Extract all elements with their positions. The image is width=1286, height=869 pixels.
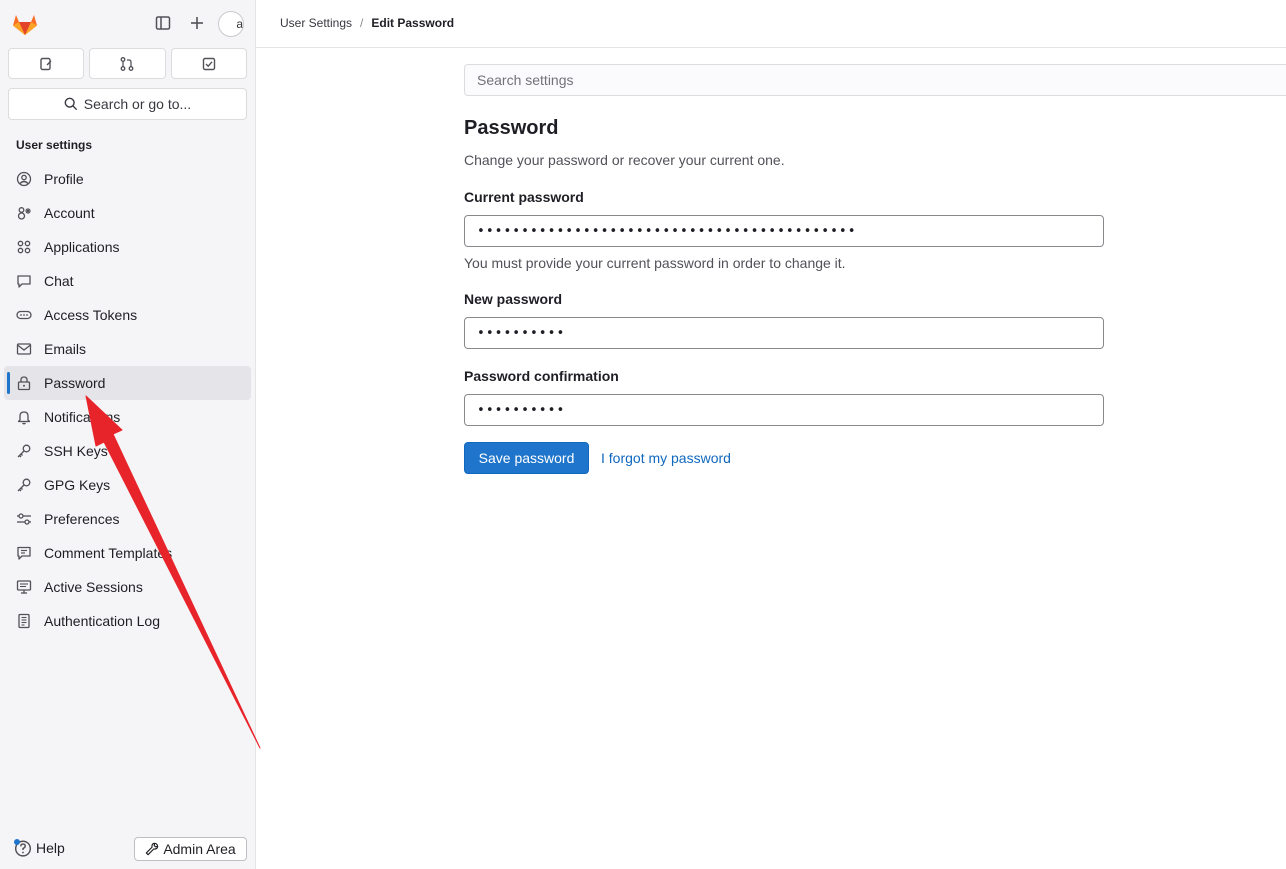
current-password-label: Current password <box>464 189 584 205</box>
preferences-icon <box>16 511 32 527</box>
log-icon <box>16 613 32 629</box>
mail-icon <box>16 341 32 357</box>
help-button[interactable]: Help <box>14 839 65 857</box>
sidebar-item-access-tokens[interactable]: Access Tokens <box>4 298 251 332</box>
current-password-field[interactable]: ••••••••••••••••••••••••••••••••••••••••… <box>464 215 1104 247</box>
sidebar-item-preferences[interactable]: Preferences <box>4 502 251 536</box>
lock-icon <box>16 375 32 391</box>
todos-button[interactable] <box>170 48 247 79</box>
sidebar-footer: Help Admin Area <box>0 835 256 863</box>
page-title: Password <box>464 117 559 139</box>
sidebar-item-label: Account <box>44 205 95 221</box>
profile-icon <box>16 171 32 187</box>
sidebar-header: a <box>0 0 255 48</box>
sidebar-item-label: Profile <box>44 171 84 187</box>
sidebar-item-label: Chat <box>44 273 74 289</box>
help-label: Help <box>36 840 65 856</box>
sidebar-item-account[interactable]: Account <box>4 196 251 230</box>
avatar-text: a <box>236 17 243 31</box>
todo-icon <box>202 57 216 70</box>
sidebar-item-label: Preferences <box>44 511 120 527</box>
breadcrumb-user-settings[interactable]: User Settings <box>280 16 352 30</box>
comment-icon <box>16 545 32 561</box>
search-icon <box>64 97 77 111</box>
applications-icon <box>16 239 32 255</box>
current-password-help: You must provide your current password i… <box>464 255 846 271</box>
sidebar-item-comment-templates[interactable]: Comment Templates <box>4 536 251 570</box>
key-icon <box>16 477 32 493</box>
sidebar-item-label: GPG Keys <box>44 477 111 493</box>
sidebar-item-profile[interactable]: Profile <box>4 162 251 196</box>
save-password-button[interactable]: Save password <box>464 442 589 474</box>
sidebar-toggle-icon[interactable] <box>154 14 172 32</box>
monitor-icon <box>16 579 32 595</box>
sidebar-item-label: SSH Keys <box>44 443 108 459</box>
merge-requests-button[interactable] <box>89 48 166 79</box>
sidebar-item-password[interactable]: Password <box>4 366 251 400</box>
sidebar-item-applications[interactable]: Applications <box>4 230 251 264</box>
new-password-label: New password <box>464 291 563 307</box>
page-description: Change your password or recover your cur… <box>464 152 785 168</box>
plus-icon[interactable] <box>188 14 206 32</box>
issues-icon <box>40 57 52 70</box>
section-title: User settings <box>16 138 93 152</box>
new-password-field[interactable]: •••••••••• <box>464 317 1104 349</box>
sidebar: a Search or go to... User settings Profi… <box>0 0 256 869</box>
sidebar-item-chat[interactable]: Chat <box>4 264 251 298</box>
key-icon <box>16 443 32 459</box>
sidebar-item-label: Authentication Log <box>44 613 160 629</box>
sidebar-item-label: Notifications <box>44 409 121 425</box>
forgot-password-link[interactable]: I forgot my password <box>601 450 731 466</box>
gitlab-logo-icon[interactable] <box>12 12 38 36</box>
search-or-go-label: Search or go to... <box>83 96 192 112</box>
wrench-icon <box>146 842 159 856</box>
notification-dot <box>14 839 20 845</box>
sidebar-item-label: Password <box>44 375 106 391</box>
sidebar-item-authentication-log[interactable]: Authentication Log <box>4 604 251 638</box>
bell-icon <box>16 409 32 425</box>
breadcrumb: User Settings / Edit Password <box>280 16 454 30</box>
sidebar-item-label: Comment Templates <box>44 545 173 561</box>
top-bar: User Settings / Edit Password <box>256 0 1286 48</box>
sidebar-item-label: Applications <box>44 239 120 255</box>
sidebar-item-notifications[interactable]: Notifications <box>4 400 251 434</box>
issues-button[interactable] <box>8 48 85 79</box>
sidebar-item-label: Access Tokens <box>44 307 138 323</box>
sidebar-item-label: Active Sessions <box>44 579 143 595</box>
sidebar-item-gpg-keys[interactable]: GPG Keys <box>4 468 251 502</box>
admin-area-button[interactable]: Admin Area <box>134 837 247 861</box>
account-icon <box>16 205 32 221</box>
breadcrumb-current[interactable]: Edit Password <box>371 16 454 30</box>
password-confirmation-field[interactable]: •••••••••• <box>464 394 1104 426</box>
token-icon <box>16 307 32 323</box>
sidebar-item-active-sessions[interactable]: Active Sessions <box>4 570 251 604</box>
breadcrumb-separator: / <box>360 16 364 30</box>
admin-area-label: Admin Area <box>163 841 236 857</box>
search-or-go-button[interactable]: Search or go to... <box>8 88 247 120</box>
avatar[interactable]: a <box>218 11 244 37</box>
settings-nav: Profile Account Applications Chat Access… <box>4 162 251 638</box>
search-settings-input[interactable] <box>464 64 1286 96</box>
merge-request-icon <box>121 56 134 71</box>
chat-icon <box>16 273 32 289</box>
quick-actions <box>8 48 247 79</box>
sidebar-item-emails[interactable]: Emails <box>4 332 251 366</box>
sidebar-item-ssh-keys[interactable]: SSH Keys <box>4 434 251 468</box>
sidebar-item-label: Emails <box>44 341 87 357</box>
password-confirmation-label: Password confirmation <box>464 368 619 384</box>
